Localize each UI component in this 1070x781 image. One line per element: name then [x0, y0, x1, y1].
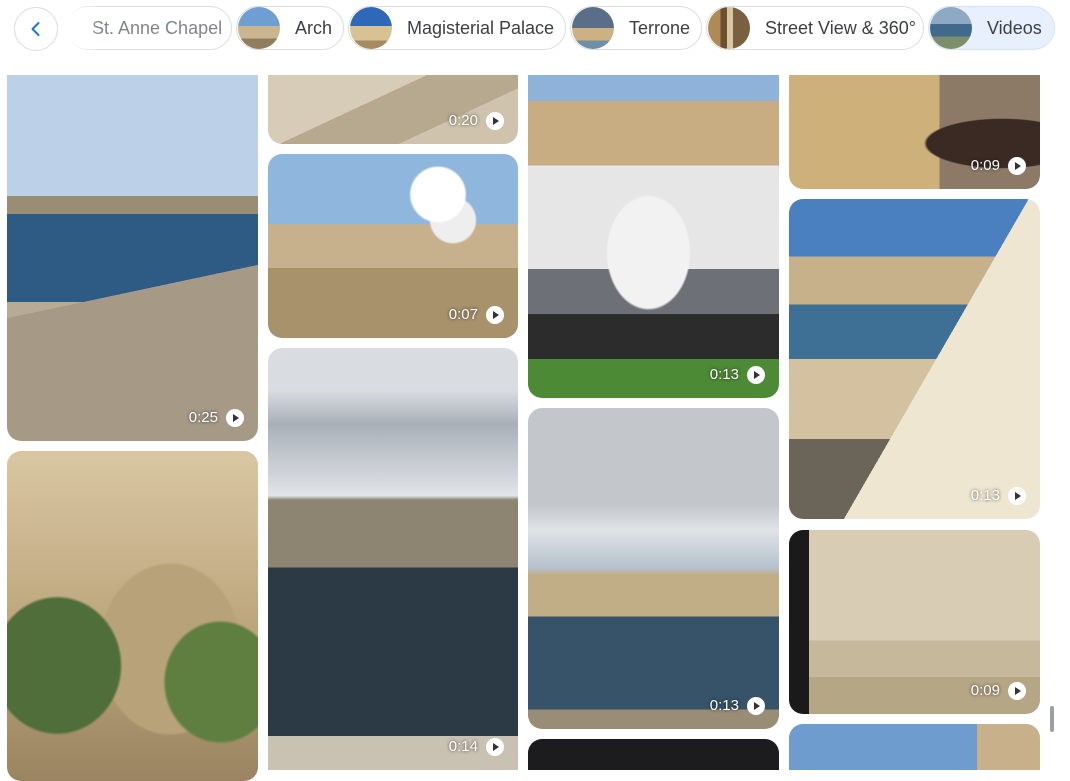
terrone-thumbnail: [572, 7, 614, 49]
chip-videos[interactable]: Videos: [928, 6, 1055, 50]
video-duration: 0:25: [188, 409, 218, 426]
video-thumbnail[interactable]: 0:09: [789, 75, 1040, 189]
chip-label: Street View & 360°: [765, 17, 916, 38]
video-duration: 0:13: [970, 487, 1000, 504]
filter-chip-bar: St. Anne Chapel Arch Magisterial Palace …: [0, 0, 1070, 60]
video-duration: 0:13: [709, 697, 739, 714]
video-thumbnail[interactable]: 0:13: [528, 75, 779, 398]
play-icon: [1008, 487, 1026, 505]
video-thumbnail[interactable]: [528, 739, 779, 770]
video-thumbnail[interactable]: [789, 724, 1040, 770]
video-duration: 0:20: [448, 112, 478, 129]
play-icon: [226, 409, 244, 427]
chip-arch[interactable]: Arch: [236, 6, 344, 50]
chip-label: Videos: [987, 17, 1042, 38]
play-icon: [486, 738, 504, 756]
video-duration: 0:09: [970, 682, 1000, 699]
play-icon: [1008, 157, 1026, 175]
play-icon: [747, 366, 765, 384]
chip-label: Magisterial Palace: [407, 17, 555, 38]
street-view-thumbnail: [708, 7, 750, 49]
chip-magisterial-palace[interactable]: Magisterial Palace: [348, 6, 566, 50]
video-thumbnail[interactable]: 0:13: [528, 408, 779, 729]
play-icon: [486, 112, 504, 130]
chevron-left-icon: [31, 22, 40, 36]
video-thumbnail[interactable]: 0:14: [268, 348, 518, 770]
chip-label: St. Anne Chapel: [92, 17, 223, 38]
video-duration: 0:13: [709, 366, 739, 383]
scroll-back-button[interactable]: [14, 7, 58, 51]
video-thumbnail[interactable]: 0:09: [789, 530, 1040, 714]
chip-street-view-360[interactable]: Street View & 360°: [706, 6, 924, 50]
video-duration: 0:07: [448, 306, 478, 323]
play-icon: [747, 697, 765, 715]
videos-thumbnail: [930, 7, 972, 49]
video-thumbnail[interactable]: 0:07: [268, 154, 518, 338]
play-icon: [1008, 682, 1026, 700]
chip-label: Arch: [295, 17, 333, 38]
chip-terrone[interactable]: Terrone: [570, 6, 702, 50]
magisterial-palace-thumbnail: [350, 7, 392, 49]
arch-thumbnail: [238, 7, 280, 49]
video-thumbnail[interactable]: 0:13: [789, 199, 1040, 519]
chip-label: Terrone: [629, 17, 691, 38]
play-icon: [486, 306, 504, 324]
video-duration: 0:09: [970, 157, 1000, 174]
video-duration: 0:14: [448, 738, 478, 755]
video-thumbnail[interactable]: 0:25: [7, 75, 258, 441]
video-thumbnail[interactable]: [7, 451, 258, 781]
chip-fade-overlay: [60, 0, 100, 58]
scrollbar-thumb[interactable]: [1050, 706, 1054, 732]
video-thumbnail[interactable]: 0:20: [268, 75, 518, 144]
